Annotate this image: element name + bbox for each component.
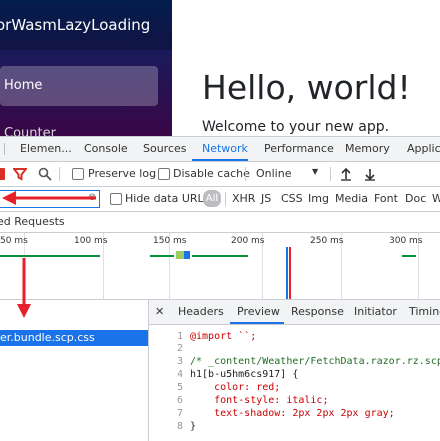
request-row-selected[interactable]: er.bundle.scp.css [0,330,148,346]
tab-console[interactable]: Console [84,137,128,161]
load-event-line [289,247,291,299]
code-line: font-style: italic; [190,395,329,406]
close-icon[interactable]: ✕ [155,305,164,318]
code-line: h1[b-u5hm6cs917] { [190,369,299,380]
tab-network[interactable]: Network [202,137,248,161]
type-filter-font[interactable]: Font [374,192,398,205]
line-number: 1 [176,331,183,342]
page-title: Hello, world! [202,68,411,107]
network-toolbar: Preserve log Disable cache Online ▼ [0,162,440,187]
type-filter-ws[interactable]: W [432,192,440,205]
welcome-text: Welcome to your new app. [202,119,390,135]
code-line: color: red; [190,382,281,393]
request-detail-tabs: ✕ Headers Preview Response Initiator Tim… [149,300,440,325]
tab-response[interactable]: Response [291,305,344,318]
devtools-tabbar: Elemen... Console Sources Network Perfor… [0,137,440,162]
hide-data-urls-label: Hide data URLs [125,192,210,205]
line-number: 8 [176,421,183,432]
import-har-icon[interactable] [340,167,352,181]
filter-input[interactable] [0,190,100,208]
waterfall-bar [192,255,248,257]
line-number: 4 [176,369,183,380]
line-number: 5 [176,382,183,393]
separator [245,167,246,181]
brand-title[interactable]: orWasmLazyLoading [0,0,172,50]
timeline-tick-label: 200 ms [231,236,265,246]
record-icon[interactable] [0,168,5,180]
clear-filter-icon[interactable]: ⊗ [88,192,96,203]
type-filter-xhr[interactable]: XHR [232,192,255,205]
disable-cache-checkbox[interactable] [158,168,170,180]
nav-item-home-label: Home [4,78,43,93]
line-number: 7 [176,408,183,419]
code-line: text-shadow: 2px 2px 2px gray; [190,408,395,419]
tab-initiator[interactable]: Initiator [354,305,397,318]
timeline-tick-label: 150 ms [153,236,187,246]
line-number: 2 [176,343,183,354]
filter-bar: ⊗ Hide data URLs All XHR JS CSS Img Medi… [0,187,440,212]
line-number: 6 [176,395,183,406]
export-har-icon[interactable] [364,167,376,181]
tab-memory[interactable]: Memory [345,137,390,161]
search-icon[interactable] [38,167,52,181]
blocked-requests-label[interactable]: ed Requests [0,215,65,228]
nav-item-counter[interactable]: Counter [4,126,56,136]
nav-item-home[interactable]: Home [0,66,158,106]
tab-performance[interactable]: Performance [264,137,334,161]
throttle-select[interactable]: Online [256,167,291,180]
active-tab-indicator [192,159,248,161]
waterfall-bar [150,255,174,257]
filter-icon[interactable] [13,167,27,181]
code-line: } [190,421,197,432]
tab-preview[interactable]: Preview [237,305,280,318]
chevron-down-icon[interactable]: ▼ [312,167,318,176]
type-filter-media[interactable]: Media [335,192,368,205]
timeline-tick-label: 50 ms [0,236,28,246]
tab-application[interactable]: Applica [407,137,440,161]
active-detail-tab-indicator [230,322,284,324]
preserve-log-label: Preserve log [88,167,157,180]
tab-sources[interactable]: Sources [143,137,187,161]
sidebar: orWasmLazyLoading Home Counter [0,0,172,136]
type-filter-css[interactable]: CSS [281,192,303,205]
timeline-tick-label: 300 ms [389,236,423,246]
network-overview: 50 ms 100 ms 150 ms 200 ms 250 ms 300 ms [0,233,440,300]
type-filter-doc[interactable]: Doc [405,192,426,205]
tab-elements[interactable]: Elemen... [20,137,72,161]
code-line: /* _content/Weather/FetchData.razor.rz.s… [190,356,440,367]
hide-data-urls-checkbox[interactable] [110,193,122,205]
separator [330,167,331,181]
tab-timing[interactable]: Timing [409,305,440,318]
request-list: er.bundle.scp.css [0,300,149,441]
css-preview: 1 @import ``; 2 3 /* _content/Weather/Fe… [149,325,440,441]
waterfall-bar [0,255,100,257]
waterfall-bar [176,251,184,259]
line-number: 3 [176,356,183,367]
network-bottom: er.bundle.scp.css ✕ Headers Preview Resp… [0,300,440,441]
type-filter-all[interactable]: All [203,190,221,207]
separator [4,143,5,155]
timeline-tick-label: 250 ms [310,236,344,246]
separator [59,167,60,181]
blocked-requests-row: ed Requests [0,212,440,233]
devtools-panel: Elemen... Console Sources Network Perfor… [0,136,440,441]
timeline-tick-label: 100 ms [74,236,108,246]
code-line: @import ``; [190,331,257,342]
preserve-log-checkbox[interactable] [72,168,84,180]
separator [225,192,226,206]
disable-cache-label: Disable cache [173,167,250,180]
waterfall-bar [402,255,416,257]
tab-headers[interactable]: Headers [178,305,224,318]
type-filter-img[interactable]: Img [308,192,329,205]
dom-content-loaded-line [286,247,288,299]
type-filter-js[interactable]: JS [261,192,271,205]
